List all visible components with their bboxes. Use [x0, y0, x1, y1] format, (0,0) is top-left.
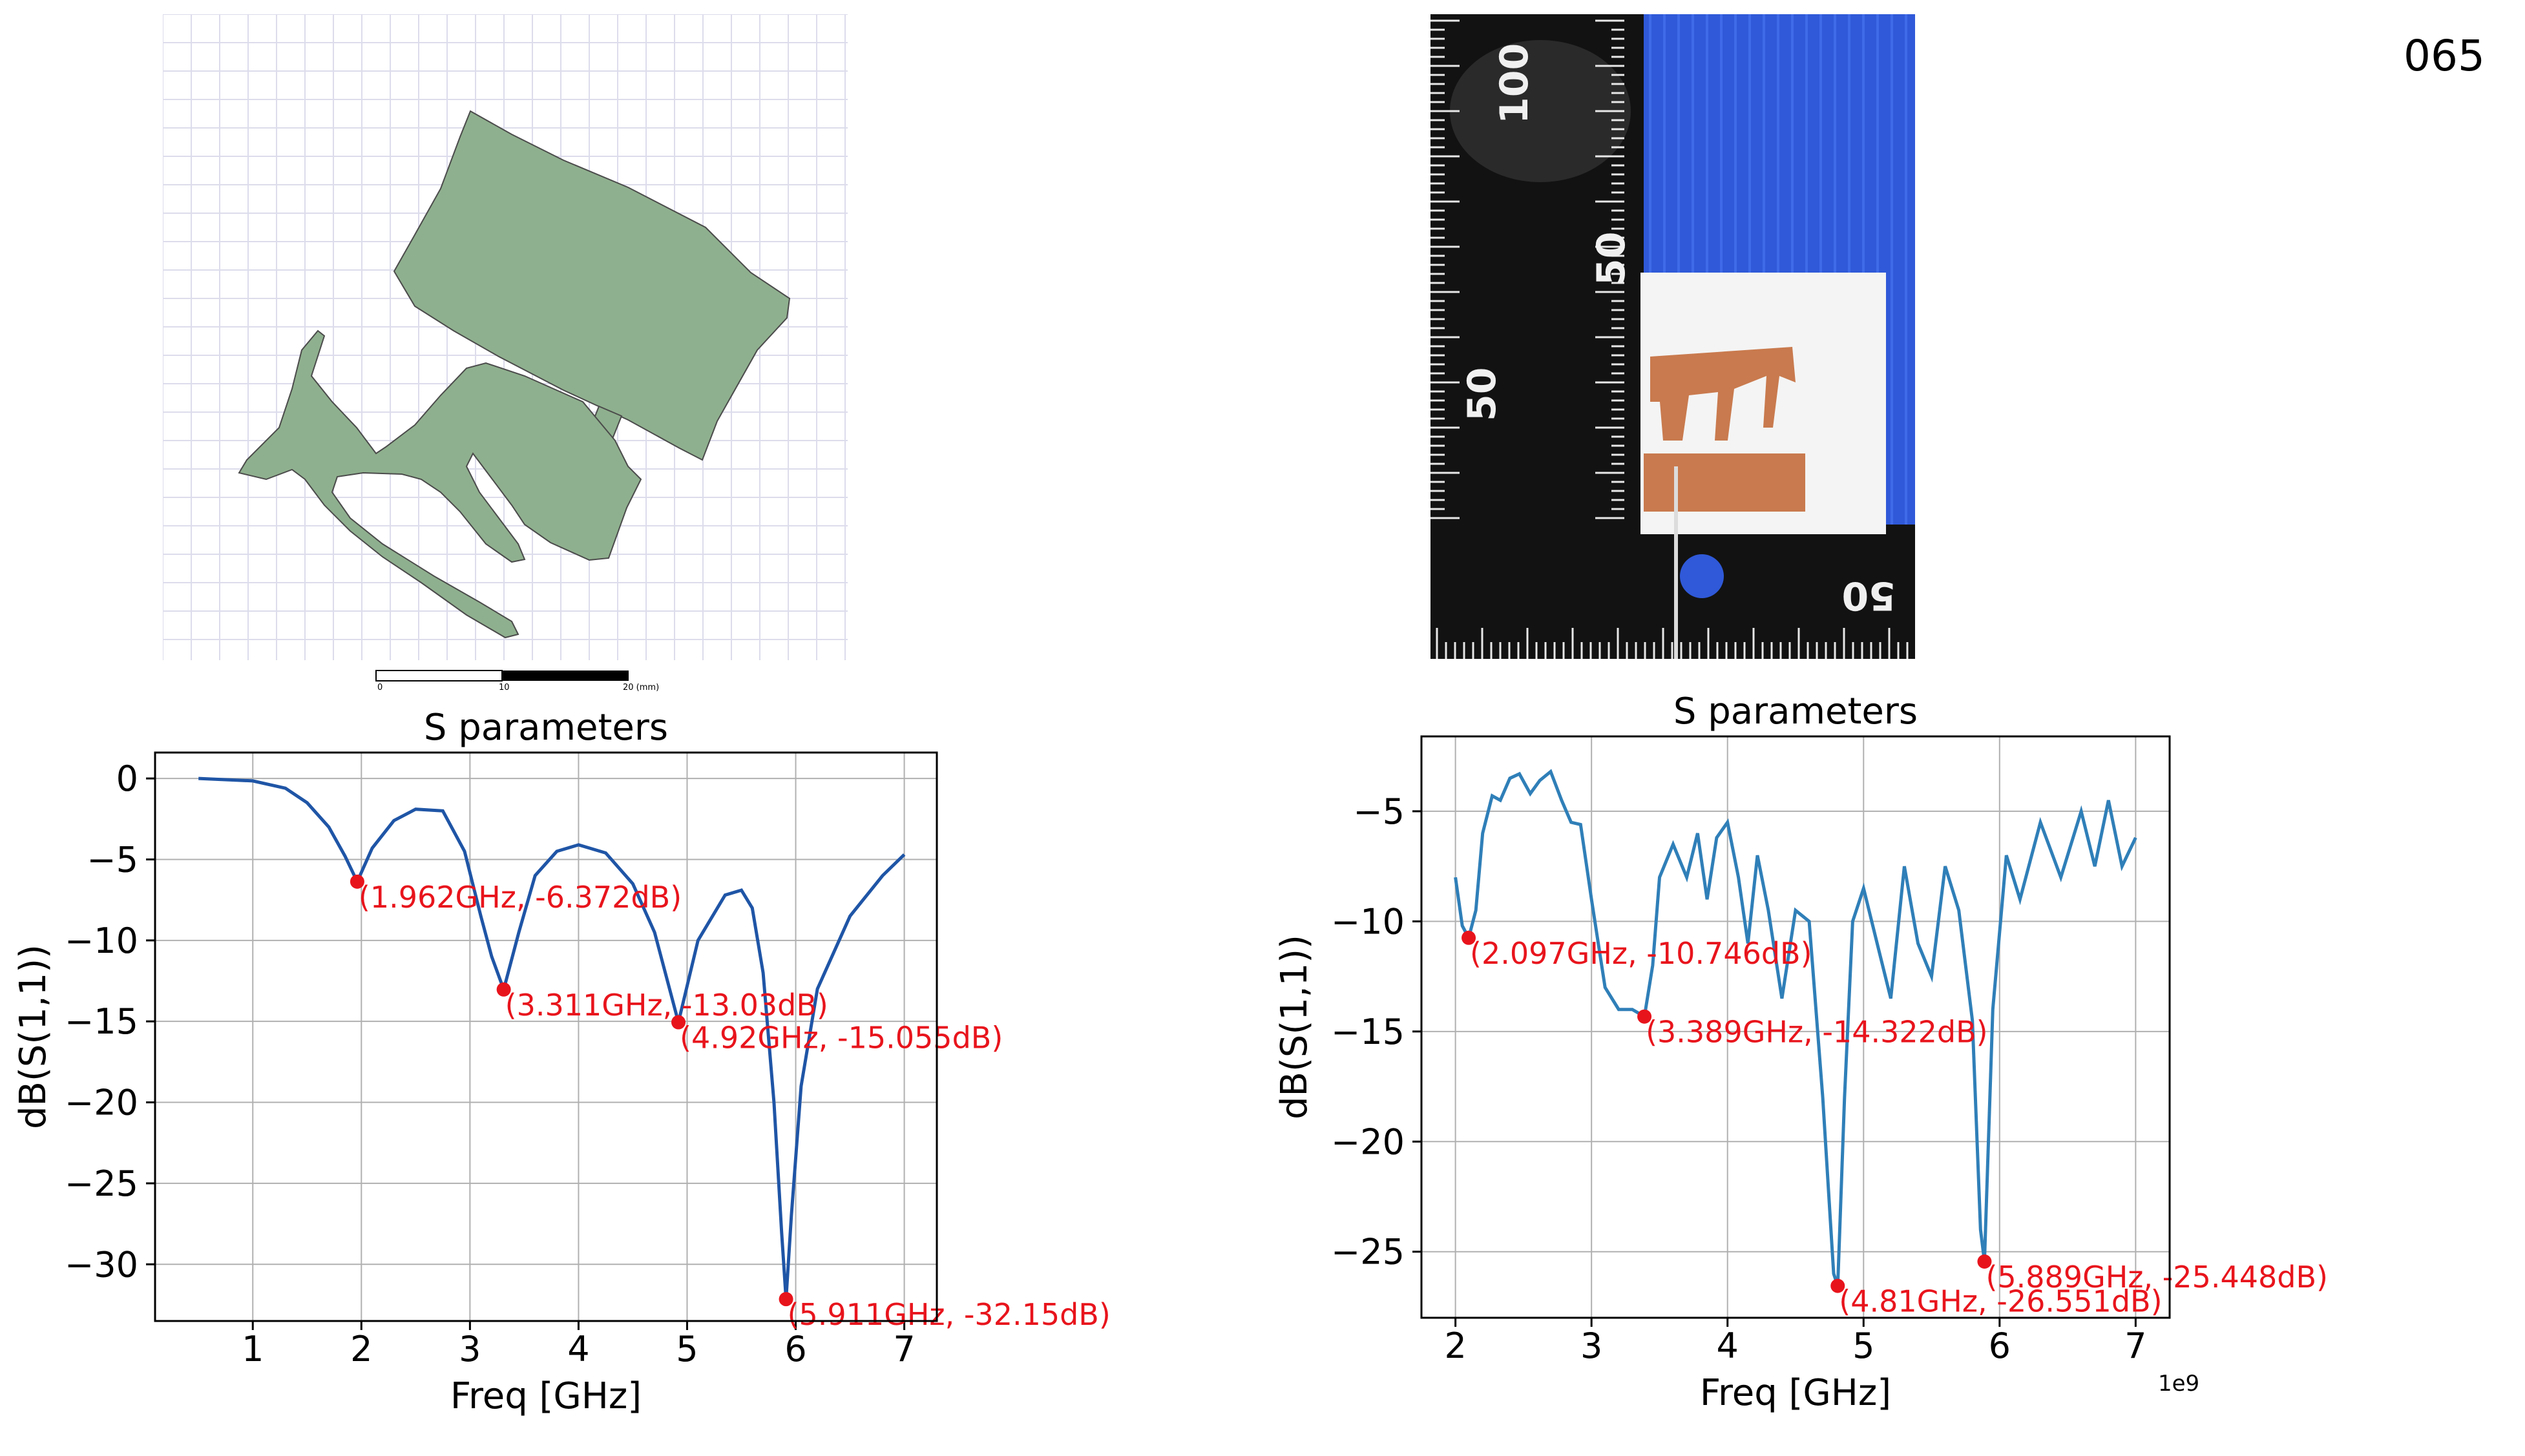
y-tick-label: −25	[65, 1163, 138, 1204]
ruler-label-100: 100	[1492, 43, 1537, 124]
antenna-photo: 100 50 50 50	[1430, 14, 1915, 659]
y-ticks: −5 −10 −15 −20 −25	[1331, 791, 1421, 1273]
y-tick-label: −20	[65, 1083, 138, 1123]
y-tick-label: −30	[65, 1244, 138, 1285]
x-tick-label: 2	[1444, 1326, 1466, 1366]
x-tick-label: 5	[1852, 1326, 1874, 1366]
scale-bar-white	[375, 670, 503, 681]
marker-label: (3.311GHz, -13.03dB)	[505, 988, 828, 1023]
y-tick-label: −15	[65, 1001, 138, 1042]
y-tick-label: −25	[1331, 1232, 1405, 1273]
x-tick-label: 7	[2124, 1326, 2146, 1366]
y-tick-label: −5	[87, 839, 138, 880]
y-tick-label: 0	[116, 758, 138, 799]
x-tick-label: 5	[676, 1329, 698, 1369]
scale-bar: 0 10 20 (mm)	[375, 670, 659, 692]
y-axis-label: dB(S(1,1))	[1273, 935, 1315, 1119]
x-tick-label: 3	[459, 1329, 481, 1369]
chart-measured-s11: 2 3 4 5 6 7 −5 −10 −15 −20 −25 (2.097GHz, -10.746…	[1266, 683, 2525, 1453]
chart-simulated-s11: 1 2 3 4 5 6 7 0 −5 −10 −15 −20 −25 −30 (1.962GHz, -6…	[0, 701, 1266, 1453]
antenna-layout-svg: 0 10 20 (mm)	[162, 14, 848, 692]
x-tick-label: 6	[784, 1329, 806, 1369]
x-axis-label: Freq [GHz]	[1700, 1372, 1891, 1414]
scale-bar-black	[502, 671, 629, 681]
chart-title: S parameters	[1673, 691, 1918, 733]
scale-tick-label: 10	[499, 683, 510, 691]
y-ticks: 0 −5 −10 −15 −20 −25 −30	[65, 758, 155, 1285]
ruler-label-50: 50	[1842, 573, 1896, 618]
scale-tick-label: 0	[377, 683, 382, 691]
chart-title: S parameters	[424, 707, 668, 749]
marker-label: (3.389GHz, -14.322dB)	[1646, 1015, 1988, 1050]
marker-label: (1.962GHz, -6.372dB)	[359, 880, 682, 915]
marker-label: (5.911GHz, -32.15dB)	[788, 1297, 1111, 1332]
antenna-photo-svg: 100 50 50 50	[1430, 14, 1915, 659]
y-tick-label: −15	[1331, 1012, 1405, 1052]
chart-svg: 1 2 3 4 5 6 7 0 −5 −10 −15 −20 −25 −30 (1.962GHz, -6…	[12, 707, 1111, 1417]
y-tick-label: −20	[1331, 1121, 1405, 1162]
x-tick-label: 3	[1580, 1326, 1602, 1366]
y-tick-label: −10	[65, 920, 138, 961]
x-tick-label: 7	[893, 1329, 915, 1369]
y-tick-label: −5	[1353, 791, 1405, 832]
ruler-label-50: 50	[1589, 232, 1634, 286]
x-axis-offset-label: 1e9	[2158, 1371, 2199, 1397]
antenna-patch	[238, 110, 791, 639]
marker-label: (2.097GHz, -10.746dB)	[1470, 936, 1812, 971]
page-number: 065	[2404, 31, 2485, 81]
ruler-label-50: 50	[1460, 368, 1505, 422]
scale-tick-label: 20 (mm)	[623, 683, 659, 691]
y-axis-label: dB(S(1,1))	[12, 944, 54, 1129]
marker-label: (4.92GHz, -15.055dB)	[680, 1021, 1003, 1056]
markers: (1.962GHz, -6.372dB) (3.311GHz, -13.03dB)…	[350, 874, 1111, 1332]
antenna-layout-diagram: 0 10 20 (mm)	[162, 14, 848, 692]
x-tick-label: 4	[1717, 1326, 1739, 1366]
x-tick-label: 1	[242, 1329, 264, 1369]
x-tick-label: 6	[1989, 1326, 2011, 1366]
y-tick-label: −10	[1331, 901, 1405, 942]
x-tick-label: 4	[567, 1329, 589, 1369]
x-ticks: 2 3 4 5 6 7	[1444, 1318, 2147, 1366]
chart-svg: 2 3 4 5 6 7 −5 −10 −15 −20 −25 (2.097GHz, -10.746…	[1273, 691, 2328, 1414]
x-axis-label: Freq [GHz]	[450, 1375, 642, 1417]
blue-connector	[1680, 554, 1724, 598]
copper-lower-patch	[1644, 453, 1805, 512]
x-tick-label: 2	[350, 1329, 372, 1369]
marker-label: (5.889GHz, -25.448dB)	[1985, 1260, 2328, 1295]
